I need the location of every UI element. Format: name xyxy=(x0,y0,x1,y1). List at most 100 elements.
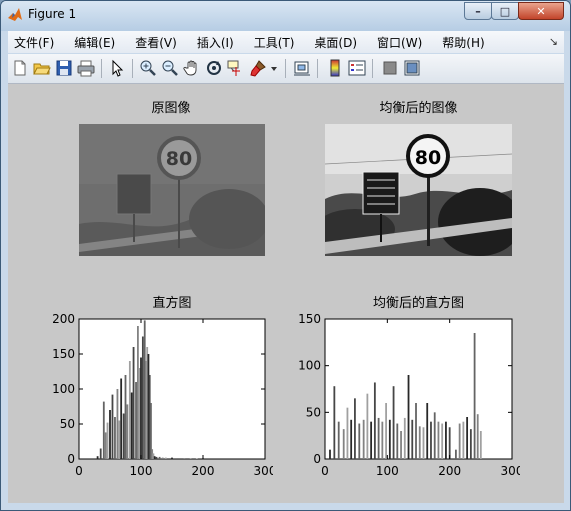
hist-bar xyxy=(140,357,142,459)
eq-hist-bar xyxy=(411,419,414,459)
hist-x-tick-label: 100 xyxy=(130,464,153,478)
hist-x-tick-label: 200 xyxy=(192,464,215,478)
hist-bar xyxy=(137,326,139,459)
toolbar-separator xyxy=(317,59,318,78)
eq-hist-bar xyxy=(441,423,444,459)
figure-window: Figure 1 – □ ✕ 文件(F) 编辑(E) 查看(V) 插入(I) 工… xyxy=(0,0,571,511)
hist-bar xyxy=(189,458,192,459)
equalized-histogram-title: 均衡后的直方图 xyxy=(372,296,464,311)
rotate-3d-icon[interactable] xyxy=(205,59,223,77)
hist-x-tick-label: 0 xyxy=(75,464,83,478)
eq-hist-bar xyxy=(479,431,482,459)
eq-hist-bar xyxy=(403,417,406,459)
eq-hist-y-tick-label: 50 xyxy=(306,405,321,419)
eq-hist-bar xyxy=(437,421,440,459)
eq-hist-bar xyxy=(469,429,472,459)
eq-hist-bar xyxy=(350,419,353,459)
eq-hist-bar xyxy=(462,421,465,459)
eq-hist-bar xyxy=(329,449,331,459)
pointer-icon[interactable] xyxy=(108,59,126,77)
eq-hist-y-tick-label: 100 xyxy=(298,359,321,373)
eq-hist-bar xyxy=(426,403,429,459)
hist-bar xyxy=(114,417,116,459)
toolbar-separator xyxy=(285,59,286,78)
hist-y-tick-label: 200 xyxy=(52,314,75,326)
eq-hist-bar xyxy=(333,386,336,459)
histogram-title: 直方图 xyxy=(152,296,192,311)
title-bar[interactable]: Figure 1 – □ ✕ xyxy=(1,1,570,31)
eq-hist-y-tick-label: 150 xyxy=(298,314,321,326)
eq-hist-bar xyxy=(373,382,376,459)
hist-bar xyxy=(141,336,144,459)
histogram-chart: 0 100 200 300 0 50 100 150 200 xyxy=(52,314,273,478)
maximize-button[interactable]: □ xyxy=(491,2,519,20)
zoom-out-icon[interactable] xyxy=(161,59,179,77)
menu-bar: 文件(F) 编辑(E) 查看(V) 插入(I) 工具(T) 桌面(D) 窗口(W… xyxy=(8,31,564,53)
hist-bar xyxy=(195,458,198,459)
menu-window[interactable]: 窗口(W) xyxy=(371,34,422,51)
brush-icon[interactable] xyxy=(249,59,267,77)
eq-hist-bar xyxy=(388,419,391,459)
eq-hist-x-tick-label: 100 xyxy=(376,464,399,478)
menu-file[interactable]: 文件(F) xyxy=(8,34,54,51)
hist-bar xyxy=(164,457,167,459)
legend-icon[interactable] xyxy=(348,59,366,77)
eq-hist-bar xyxy=(396,423,399,459)
menu-tools[interactable]: 工具(T) xyxy=(248,34,295,51)
eq-hist-bar xyxy=(342,429,345,459)
colorbar-icon[interactable] xyxy=(326,59,344,77)
eq-hist-x-tick-label: 300 xyxy=(501,464,520,478)
link-plot-icon[interactable] xyxy=(293,59,311,77)
eq-hist-bar xyxy=(366,393,369,459)
eq-hist-bar xyxy=(430,421,432,459)
figure-canvas: 原图像 80 均衡后的图像 80 直方图 0 100 200 30 0 50 1… xyxy=(8,84,564,503)
toolbar-separator xyxy=(132,59,133,78)
hist-bar xyxy=(120,378,123,459)
open-file-icon[interactable] xyxy=(33,59,51,77)
print-icon[interactable] xyxy=(77,59,95,77)
equalized-sign-speed: 80 xyxy=(415,147,441,169)
hist-bar xyxy=(118,420,121,459)
matlab-logo-icon xyxy=(8,8,22,21)
original-image: 80 xyxy=(79,124,265,256)
hist-x-tick-label: 300 xyxy=(254,464,273,478)
hist-bar xyxy=(171,457,173,459)
pan-icon[interactable] xyxy=(183,59,201,77)
eq-hist-plot-area xyxy=(324,318,513,460)
hist-bar xyxy=(99,448,102,459)
hist-bar xyxy=(124,375,127,459)
equalized-image: 80 xyxy=(325,124,512,256)
hist-bar xyxy=(128,361,131,459)
menu-view[interactable]: 查看(V) xyxy=(129,34,177,51)
new-figure-icon[interactable] xyxy=(11,59,29,77)
eq-hist-bar xyxy=(407,375,410,459)
save-icon[interactable] xyxy=(55,59,73,77)
zoom-in-icon[interactable] xyxy=(139,59,157,77)
hist-bar xyxy=(183,458,186,459)
data-cursor-icon[interactable] xyxy=(227,59,245,77)
eq-hist-bar xyxy=(418,426,421,459)
show-plot-tools-icon[interactable] xyxy=(403,59,421,77)
menu-edit[interactable]: 编辑(E) xyxy=(68,34,115,51)
close-button[interactable]: ✕ xyxy=(518,2,564,20)
hist-bar xyxy=(106,422,109,459)
dock-arrow-icon[interactable]: ↘ xyxy=(549,35,558,48)
hist-bar xyxy=(132,347,135,459)
hist-y-tick-label: 0 xyxy=(67,452,75,466)
eq-hist-bar xyxy=(458,423,461,459)
menu-desktop[interactable]: 桌面(D) xyxy=(308,34,357,51)
menu-help[interactable]: 帮助(H) xyxy=(436,34,484,51)
eq-hist-bar xyxy=(346,407,349,459)
eq-hist-bar xyxy=(354,398,356,459)
eq-hist-bar xyxy=(377,417,380,459)
hist-y-tick-label: 100 xyxy=(52,382,75,396)
hide-plot-tools-icon[interactable] xyxy=(381,59,399,77)
eq-hist-bar xyxy=(400,431,402,459)
brush-dropdown-icon[interactable] xyxy=(269,59,279,77)
eq-hist-bar xyxy=(415,403,417,459)
minimize-button[interactable]: – xyxy=(464,2,492,20)
menu-insert[interactable]: 插入(I) xyxy=(191,34,234,51)
hist-bar xyxy=(109,410,111,459)
hist-bar xyxy=(155,456,158,459)
eq-hist-x-tick-label: 200 xyxy=(438,464,461,478)
